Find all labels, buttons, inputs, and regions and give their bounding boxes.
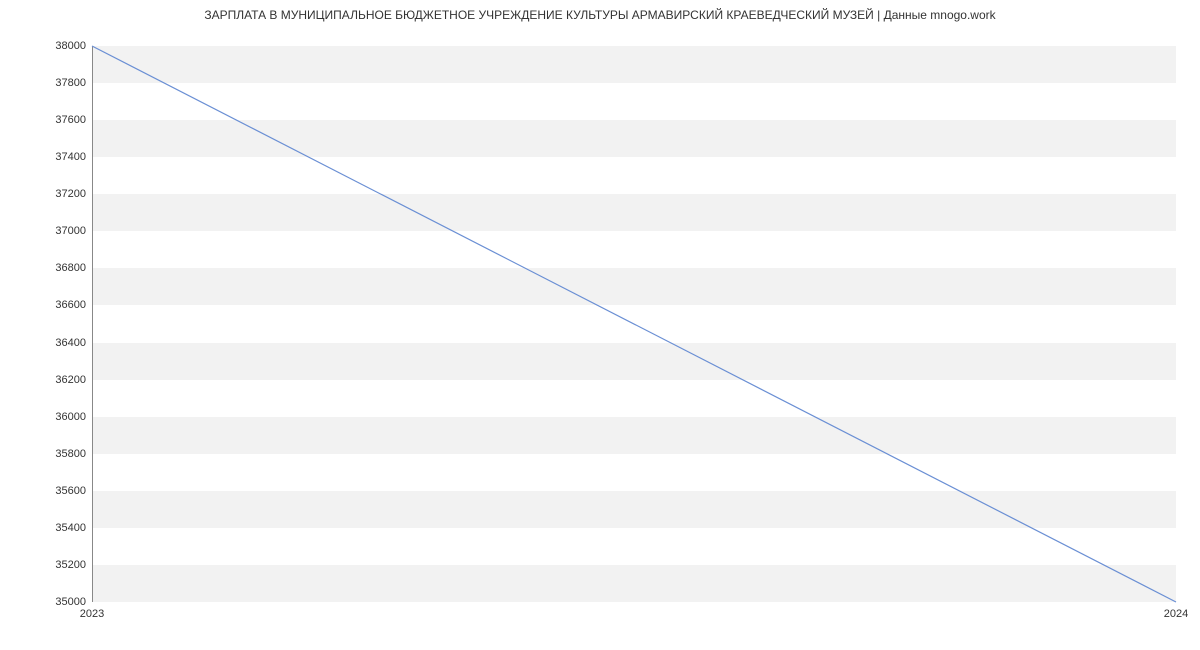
y-tick-label: 37200 (6, 188, 86, 200)
data-line (92, 46, 1176, 602)
y-tick-label: 35400 (6, 522, 86, 534)
y-tick-label: 36800 (6, 262, 86, 274)
y-tick-label: 36200 (6, 374, 86, 386)
y-tick-label: 35000 (6, 596, 86, 608)
y-tick-label: 37400 (6, 151, 86, 163)
y-tick-label: 36400 (6, 337, 86, 349)
y-tick-label: 37800 (6, 77, 86, 89)
x-tick-label: 2024 (1164, 608, 1188, 620)
chart-container: ЗАРПЛАТА В МУНИЦИПАЛЬНОЕ БЮДЖЕТНОЕ УЧРЕЖ… (0, 0, 1200, 650)
y-tick-label: 35200 (6, 559, 86, 571)
chart-title: ЗАРПЛАТА В МУНИЦИПАЛЬНОЕ БЮДЖЕТНОЕ УЧРЕЖ… (0, 8, 1200, 22)
chart-line-svg (92, 46, 1176, 602)
y-tick-label: 36600 (6, 299, 86, 311)
y-tick-label: 37000 (6, 225, 86, 237)
x-tick-label: 2023 (80, 608, 104, 620)
y-tick-label: 35600 (6, 485, 86, 497)
y-tick-label: 37600 (6, 114, 86, 126)
y-tick-label: 36000 (6, 411, 86, 423)
y-tick-label: 35800 (6, 448, 86, 460)
y-tick-label: 38000 (6, 40, 86, 52)
